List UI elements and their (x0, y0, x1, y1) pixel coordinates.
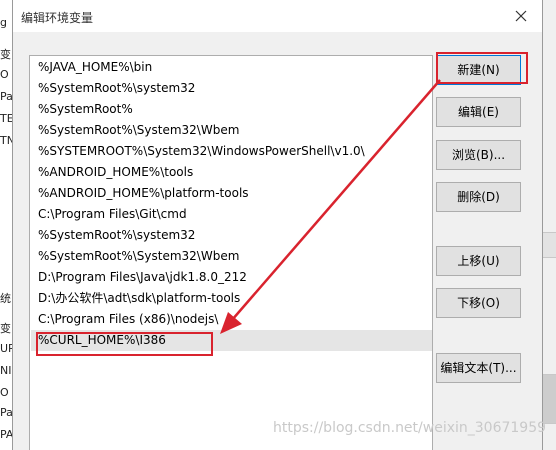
bg-fragment: 统 (0, 292, 11, 305)
list-item[interactable]: %SystemRoot%\System32\Wbem (31, 120, 432, 141)
list-item[interactable]: %SystemRoot% (31, 99, 432, 120)
list-item[interactable]: %SystemRoot%\system32 (31, 225, 432, 246)
bg-fragment: g (0, 16, 7, 29)
list-item[interactable]: C:\Program Files (x86)\nodejs\ (31, 309, 432, 330)
title-bar: 编辑环境变量 (13, 0, 542, 32)
list-item[interactable]: %ANDROID_HOME%\platform-tools (31, 183, 432, 204)
list-item[interactable]: C:\Program Files\Git\cmd (31, 204, 432, 225)
list-item[interactable]: %SystemRoot%\System32\Wbem (31, 246, 432, 267)
edit-env-var-dialog: 编辑环境变量 %JAVA_HOME%\bin %SystemRoot%\syst… (12, 0, 543, 450)
bg-fragment: Pa (0, 90, 13, 103)
move-up-button[interactable]: 上移(U) (436, 246, 521, 276)
bg-scrollbar (542, 374, 556, 424)
list-item[interactable]: %JAVA_HOME%\bin (31, 57, 432, 78)
bg-fragment: O (0, 386, 9, 399)
move-down-button[interactable]: 下移(O) (436, 288, 521, 318)
list-item[interactable]: %SYSTEMROOT%\System32\WindowsPowerShell\… (31, 141, 432, 162)
close-icon (515, 10, 527, 22)
new-button[interactable]: 新建(N) (436, 55, 521, 85)
background-window-right (541, 0, 556, 450)
dialog-title: 编辑环境变量 (21, 11, 94, 25)
browse-button[interactable]: 浏览(B)... (436, 140, 521, 170)
bg-fragment: 变 (0, 48, 11, 61)
bg-fragment: O (0, 68, 9, 81)
list-item[interactable]: %ANDROID_HOME%\tools (31, 162, 432, 183)
watermark: https://blog.csdn.net/weixin_30671959 (273, 420, 547, 436)
bg-fragment: NI (0, 364, 12, 377)
list-item[interactable]: D:\办公软件\adt\sdk\platform-tools (31, 288, 432, 309)
edit-text-button[interactable]: 编辑文本(T)... (436, 353, 521, 383)
delete-button[interactable]: 删除(D) (436, 182, 521, 212)
bg-fragment: Pa (0, 406, 13, 419)
path-list[interactable]: %JAVA_HOME%\bin %SystemRoot%\system32 %S… (29, 55, 433, 450)
edit-button[interactable]: 编辑(E) (436, 97, 521, 127)
list-item[interactable]: D:\Program Files\Java\jdk1.8.0_212 (31, 267, 432, 288)
bg-fragment: 变 (0, 322, 11, 335)
list-item[interactable]: %SystemRoot%\system32 (31, 78, 432, 99)
list-item-selected[interactable]: %CURL_HOME%\I386 (31, 330, 432, 351)
close-button[interactable] (507, 4, 535, 28)
bg-strip (542, 232, 556, 258)
